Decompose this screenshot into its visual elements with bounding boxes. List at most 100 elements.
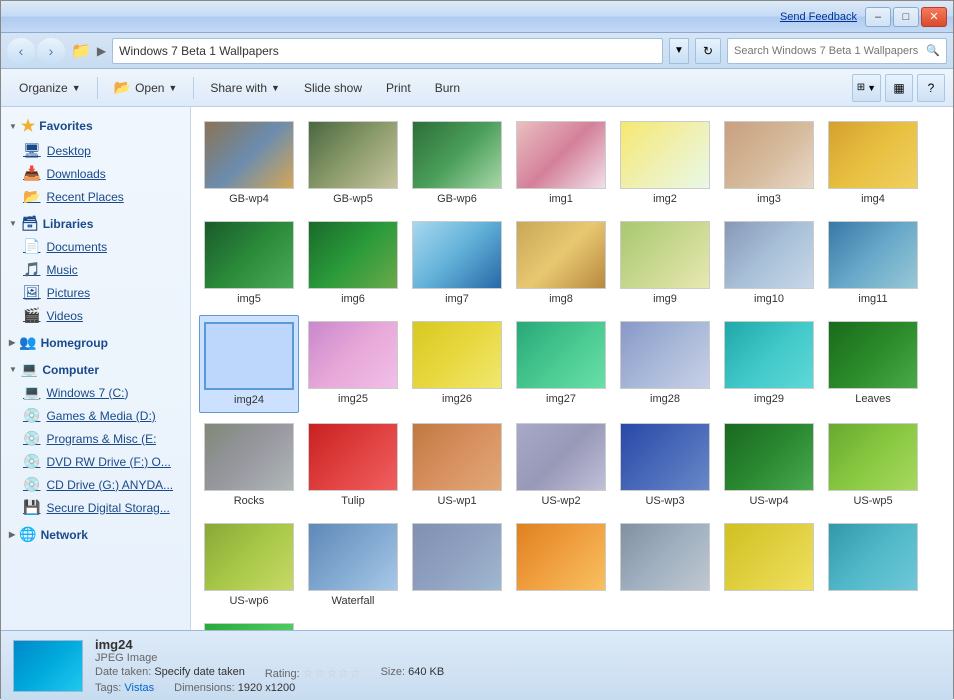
file-item-row4e[interactable] xyxy=(823,517,923,613)
file-item-gb-wp4[interactable]: GB-wp4 xyxy=(199,115,299,211)
sidebar-item-downloads[interactable]: 📥 Downloads xyxy=(1,162,190,185)
star-1[interactable]: ☆ xyxy=(303,666,314,680)
file-item-us-wp5[interactable]: US-wp5 xyxy=(823,417,923,513)
forward-button[interactable]: › xyxy=(37,38,65,64)
network-header[interactable]: ▶ 🌐 Network xyxy=(1,523,190,546)
thumb-us-wp5 xyxy=(828,423,918,491)
file-item-row4b[interactable] xyxy=(511,517,611,613)
file-item-img7[interactable]: img7 xyxy=(407,215,507,311)
file-item-img8[interactable]: img8 xyxy=(511,215,611,311)
file-item-us-wp1[interactable]: US-wp1 xyxy=(407,417,507,513)
libraries-header[interactable]: ▼ 🗃 Libraries xyxy=(1,212,190,235)
file-item-leaves[interactable]: Leaves xyxy=(823,315,923,413)
feedback-link[interactable]: Send Feedback xyxy=(780,11,857,23)
maximize-button[interactable]: □ xyxy=(893,7,919,27)
print-button[interactable]: Print xyxy=(376,74,421,102)
file-item-img9[interactable]: img9 xyxy=(615,215,715,311)
thumb-img10 xyxy=(724,221,814,289)
view-dropdown-icon: ▼ xyxy=(867,83,876,93)
sidebar-item-music[interactable]: 🎵 Music xyxy=(1,258,190,281)
filename-us-wp4: US-wp4 xyxy=(749,495,788,507)
filename-img1: img1 xyxy=(549,193,573,205)
file-item-img3[interactable]: img3 xyxy=(719,115,819,211)
file-item-row4c[interactable] xyxy=(615,517,715,613)
file-item-gb-wp5[interactable]: GB-wp5 xyxy=(303,115,403,211)
sidebar-item-cd-g[interactable]: 💿 CD Drive (G:) ANYDA... xyxy=(1,473,190,496)
file-item-waterfall[interactable]: Waterfall xyxy=(303,517,403,613)
toolbar: Organize ▼ 📂 Open ▼ Share with ▼ Slide s… xyxy=(1,69,953,107)
favorites-header[interactable]: ▼ ★ Favorites xyxy=(1,113,190,139)
address-dropdown-button[interactable]: ▼ xyxy=(669,38,689,64)
thumb-leaves xyxy=(828,321,918,389)
size-value: 640 KB xyxy=(408,666,444,678)
star-rating[interactable]: ☆ ☆ ☆ ☆ ☆ xyxy=(303,666,361,680)
sidebar: ▼ ★ Favorites 🖥 Desktop 📥 Downloads 📂 Re… xyxy=(1,107,191,630)
refresh-button[interactable]: ↻ xyxy=(695,38,721,64)
favorites-icon: ★ xyxy=(21,116,35,136)
file-item-img1[interactable]: img1 xyxy=(511,115,611,211)
status-rating: Rating: ☆ ☆ ☆ ☆ ☆ xyxy=(265,666,361,680)
address-path-box[interactable]: Windows 7 Beta 1 Wallpapers xyxy=(112,38,663,64)
file-item-us-wp6[interactable]: US-wp6 xyxy=(199,517,299,613)
sidebar-item-videos[interactable]: 🎬 Videos xyxy=(1,304,190,327)
file-item-img2[interactable]: img2 xyxy=(615,115,715,211)
file-item-img10[interactable]: img10 xyxy=(719,215,819,311)
close-button[interactable]: ✕ xyxy=(921,7,947,27)
file-item-row4f[interactable] xyxy=(199,617,299,630)
minimize-button[interactable]: – xyxy=(865,7,891,27)
filename-img4: img4 xyxy=(861,193,885,205)
file-item-img26[interactable]: img26 xyxy=(407,315,507,413)
file-item-img4[interactable]: img4 xyxy=(823,115,923,211)
sidebar-item-desktop[interactable]: 🖥 Desktop xyxy=(1,139,190,162)
homegroup-header[interactable]: ▶ 👥 Homegroup xyxy=(1,331,190,354)
file-item-img29[interactable]: img29 xyxy=(719,315,819,413)
slideshow-button[interactable]: Slide show xyxy=(294,74,372,102)
burn-button[interactable]: Burn xyxy=(425,74,470,102)
desktop-label: Desktop xyxy=(47,144,91,158)
search-input[interactable] xyxy=(734,45,926,57)
search-box[interactable]: 🔍 xyxy=(727,38,947,64)
file-item-row4d[interactable] xyxy=(719,517,819,613)
file-item-row4a[interactable] xyxy=(407,517,507,613)
dimensions-value: 1920 x1200 xyxy=(238,682,296,694)
file-item-gb-wp6[interactable]: GB-wp6 xyxy=(407,115,507,211)
sidebar-item-sd[interactable]: 💾 Secure Digital Storag... xyxy=(1,496,190,519)
file-item-img27[interactable]: img27 xyxy=(511,315,611,413)
file-item-rocks[interactable]: Rocks xyxy=(199,417,299,513)
sidebar-item-windows-c[interactable]: 💻 Windows 7 (C:) xyxy=(1,381,190,404)
star-2[interactable]: ☆ xyxy=(315,666,326,680)
file-item-img5[interactable]: img5 xyxy=(199,215,299,311)
back-button[interactable]: ‹ xyxy=(7,38,35,64)
computer-header[interactable]: ▼ 💻 Computer xyxy=(1,358,190,381)
star-3[interactable]: ☆ xyxy=(326,666,337,680)
dvd-f-icon: 💿 xyxy=(23,453,40,470)
help-button[interactable]: ? xyxy=(917,74,945,102)
filename-img26: img26 xyxy=(442,393,472,405)
preview-pane-button[interactable]: ▦ xyxy=(885,74,913,102)
file-item-us-wp3[interactable]: US-wp3 xyxy=(615,417,715,513)
star-4[interactable]: ☆ xyxy=(338,666,349,680)
sidebar-item-programs-e[interactable]: 💿 Programs & Misc (E: xyxy=(1,427,190,450)
file-item-img24[interactable]: img24 xyxy=(199,315,299,413)
sidebar-item-pictures[interactable]: 🖼 Pictures xyxy=(1,281,190,304)
view-toggle-button[interactable]: ⊞ ▼ xyxy=(852,74,881,102)
file-item-img6[interactable]: img6 xyxy=(303,215,403,311)
computer-icon: 💻 xyxy=(21,361,38,378)
sidebar-item-dvd-f[interactable]: 💿 DVD RW Drive (F:) O... xyxy=(1,450,190,473)
sidebar-item-documents[interactable]: 📄 Documents xyxy=(1,235,190,258)
videos-icon: 🎬 xyxy=(23,307,40,324)
thumb-img6 xyxy=(308,221,398,289)
open-button[interactable]: 📂 Open ▼ xyxy=(104,74,188,102)
sidebar-item-recent-places[interactable]: 📂 Recent Places xyxy=(1,185,190,208)
file-item-img11[interactable]: img11 xyxy=(823,215,923,311)
file-item-img28[interactable]: img28 xyxy=(615,315,715,413)
file-item-tulip[interactable]: Tulip xyxy=(303,417,403,513)
file-item-us-wp2[interactable]: US-wp2 xyxy=(511,417,611,513)
star-5[interactable]: ☆ xyxy=(350,666,361,680)
file-item-us-wp4[interactable]: US-wp4 xyxy=(719,417,819,513)
share-with-button[interactable]: Share with ▼ xyxy=(200,74,290,102)
open-dropdown-icon: ▼ xyxy=(168,83,177,93)
organize-button[interactable]: Organize ▼ xyxy=(9,74,91,102)
sidebar-item-games-d[interactable]: 💿 Games & Media (D:) xyxy=(1,404,190,427)
file-item-img25[interactable]: img25 xyxy=(303,315,403,413)
